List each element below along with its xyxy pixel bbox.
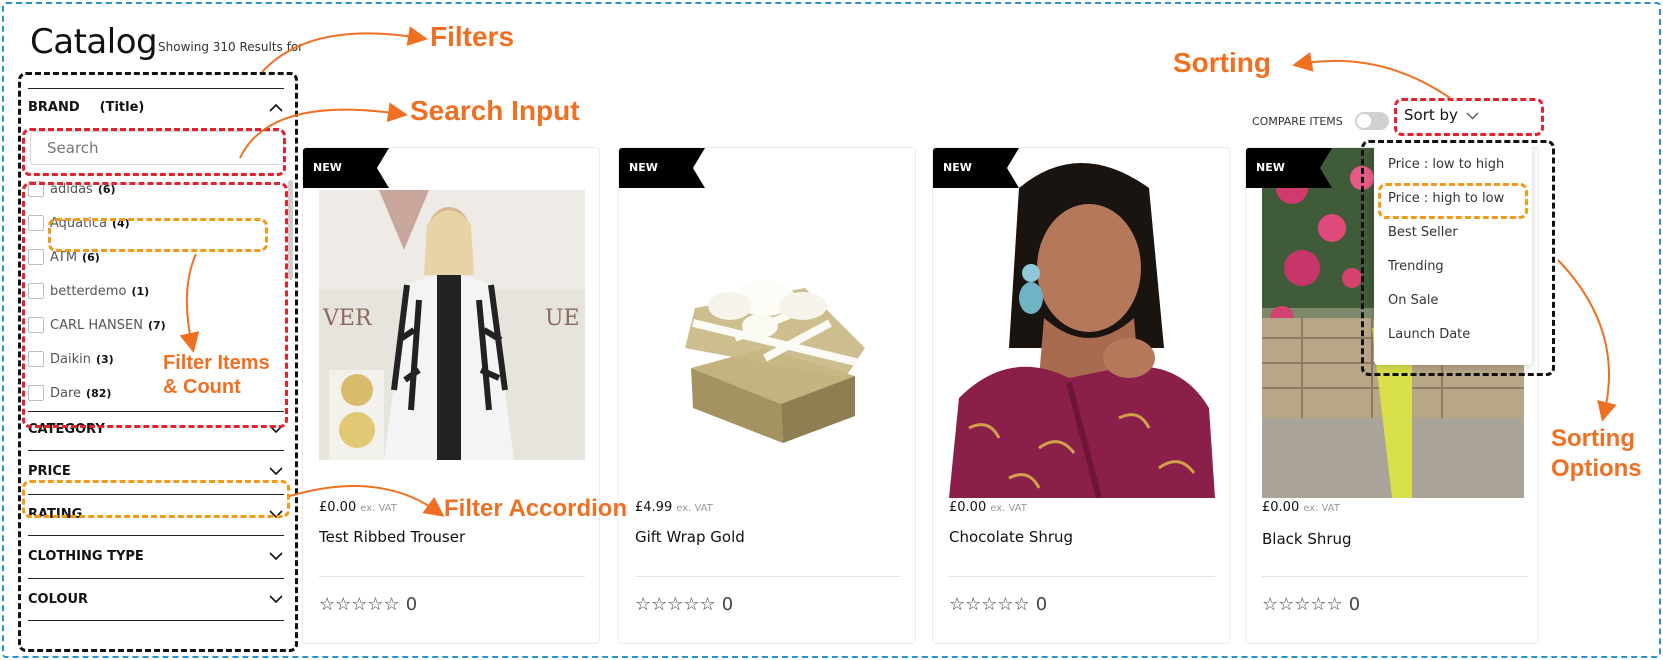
new-badge: NEW bbox=[1246, 148, 1332, 188]
annotation-arrows bbox=[179, 26, 1617, 517]
new-badge: NEW bbox=[933, 148, 1019, 188]
new-badge: NEW bbox=[619, 148, 705, 188]
new-badge: NEW bbox=[303, 148, 389, 188]
